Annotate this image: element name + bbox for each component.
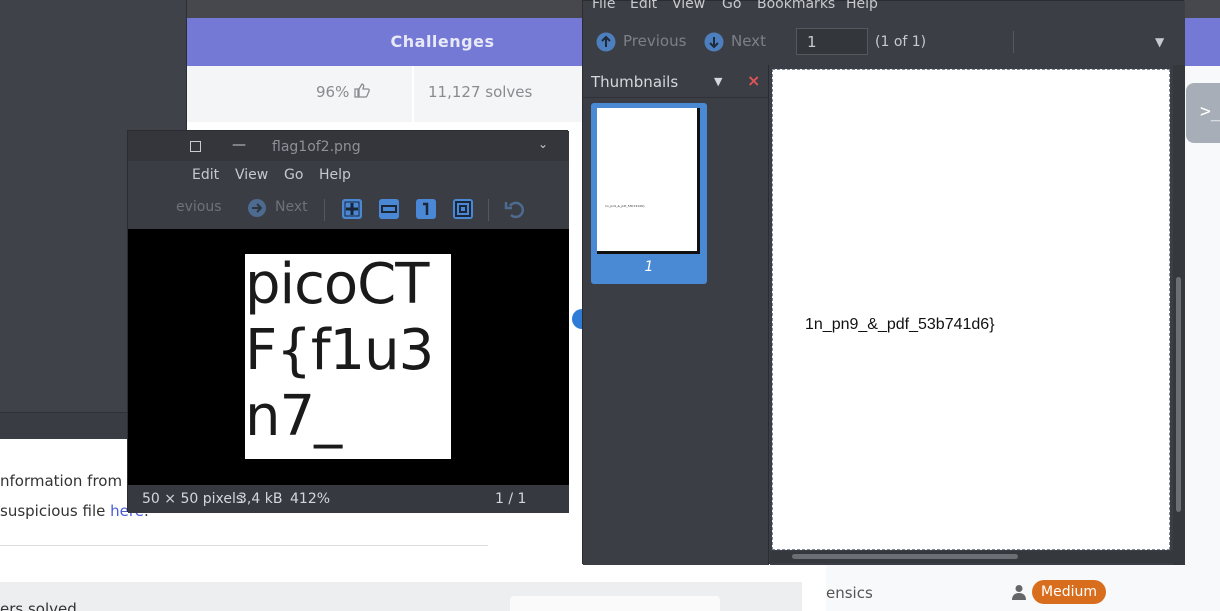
menu-file[interactable]: File	[592, 0, 615, 12]
menu-edit[interactable]: Edit	[192, 167, 219, 183]
image-viewer-window: — flag1of2.png ⌄ Edit View Go Help eviou…	[127, 130, 569, 513]
rotate-left-icon[interactable]	[504, 198, 526, 220]
toolbar: Previous Next (1 of 1) ▼	[583, 19, 1185, 65]
sidebar-title: Thumbnails	[591, 73, 679, 91]
thumbnails-sidebar: Thumbnails ▼ × 1n_pn9_&_pdf_53b741d6} 1	[583, 65, 769, 565]
menu-view[interactable]: View	[235, 167, 268, 183]
divider	[583, 97, 769, 98]
page-thumbnail[interactable]: 1n_pn9_&_pdf_53b741d6} 1	[591, 103, 707, 284]
menubar: Edit View Go Help	[128, 161, 569, 189]
arrow-up-icon[interactable]	[596, 32, 616, 52]
description-line: nformation from	[0, 472, 123, 490]
toolbar-separator	[488, 199, 489, 221]
next-button[interactable]: Next	[275, 199, 308, 215]
chevron-down-icon[interactable]: ▼	[714, 75, 722, 88]
rating-pill[interactable]	[510, 596, 720, 611]
scrollbar-thumb[interactable]	[1176, 277, 1181, 512]
toolbar-separator	[1013, 31, 1014, 53]
image-text-line: F{f1u3	[245, 318, 434, 383]
image-text-line: n7_	[245, 384, 342, 449]
scrollbar-thumb[interactable]	[792, 554, 1018, 559]
menu-help[interactable]: Help	[319, 167, 351, 183]
users-solved-label: ers solved	[0, 600, 77, 611]
thumbnail-preview: 1n_pn9_&_pdf_53b741d6}	[597, 108, 700, 254]
close-icon[interactable]: ×	[747, 71, 760, 90]
chevron-down-icon[interactable]: ▼	[1155, 35, 1164, 49]
toolbar-separator	[324, 199, 325, 221]
previous-button[interactable]: evious	[176, 199, 222, 215]
terminal-toggle-button[interactable]: >_	[1186, 83, 1220, 143]
menubar: File Edit View Go Bookmarks Help	[583, 0, 1185, 19]
zoom-100-icon[interactable]	[416, 199, 436, 219]
zoom-level: 412%	[290, 491, 331, 507]
page-number-input[interactable]	[796, 28, 868, 55]
document-page: 1n_pn9_&_pdf_53b741d6}	[772, 69, 1170, 550]
previous-page-button[interactable]: Previous	[623, 32, 686, 50]
challenge-footer: ers solved	[0, 582, 802, 611]
zoom-in-icon[interactable]	[342, 199, 362, 219]
image-dimensions: 50 × 50 pixels	[142, 491, 244, 507]
zoom-fit-icon[interactable]	[453, 199, 473, 219]
menu-view[interactable]: View	[672, 0, 705, 12]
solves-count[interactable]: 11,127 solves	[428, 83, 532, 101]
chevron-down-icon[interactable]: ⌄	[538, 137, 548, 151]
image-filesize: 3,4 kB	[238, 491, 283, 507]
menu-help[interactable]: Help	[846, 0, 878, 12]
menu-edit[interactable]: Edit	[630, 0, 657, 12]
window-title: flag1of2.png	[272, 139, 361, 155]
toolbar: evious Next	[128, 189, 569, 229]
page-count: (1 of 1)	[875, 34, 927, 50]
statusbar: 50 × 50 pixels 3,4 kB 412% 1 / 1	[128, 485, 569, 513]
category-tag[interactable]: ensics	[826, 584, 873, 602]
flag-image: picoCT F{f1u3 n7_	[245, 254, 451, 459]
vertical-scrollbar[interactable]	[1173, 65, 1185, 565]
thumbnail-label: 1	[644, 259, 654, 275]
image-canvas[interactable]: picoCT F{f1u3 n7_	[128, 229, 569, 485]
document-viewer-window: File Edit View Go Bookmarks Help Previou…	[582, 0, 1185, 565]
image-text-line: picoCT	[245, 254, 429, 317]
thumbs-up-icon	[354, 83, 370, 98]
stats-divider	[412, 66, 414, 122]
arrow-down-icon[interactable]	[704, 32, 724, 52]
divider	[0, 545, 488, 546]
zoom-out-icon[interactable]	[379, 199, 399, 219]
next-page-button[interactable]: Next	[731, 32, 766, 50]
menu-go[interactable]: Go	[284, 167, 303, 183]
description-text: suspicious file	[0, 502, 111, 520]
user-icon	[1012, 585, 1026, 600]
minimize-button[interactable]: —	[232, 137, 246, 153]
horizontal-scrollbar[interactable]	[770, 551, 1173, 563]
arrow-right-icon[interactable]	[247, 198, 267, 218]
page-text: 1n_pn9_&_pdf_53b741d6}	[805, 316, 995, 333]
window-titlebar[interactable]: — flag1of2.png ⌄	[128, 131, 569, 161]
document-area[interactable]: 1n_pn9_&_pdf_53b741d6}	[770, 65, 1185, 565]
image-position: 1 / 1	[495, 491, 527, 507]
menu-bookmarks[interactable]: Bookmarks	[757, 0, 835, 12]
menu-go[interactable]: Go	[722, 0, 741, 12]
rating-value[interactable]: 96%	[316, 83, 370, 101]
maximize-button[interactable]	[190, 141, 201, 152]
thumbnail-text: 1n_pn9_&_pdf_53b741d6}	[605, 204, 645, 208]
difficulty-badge: Medium	[1032, 580, 1106, 604]
